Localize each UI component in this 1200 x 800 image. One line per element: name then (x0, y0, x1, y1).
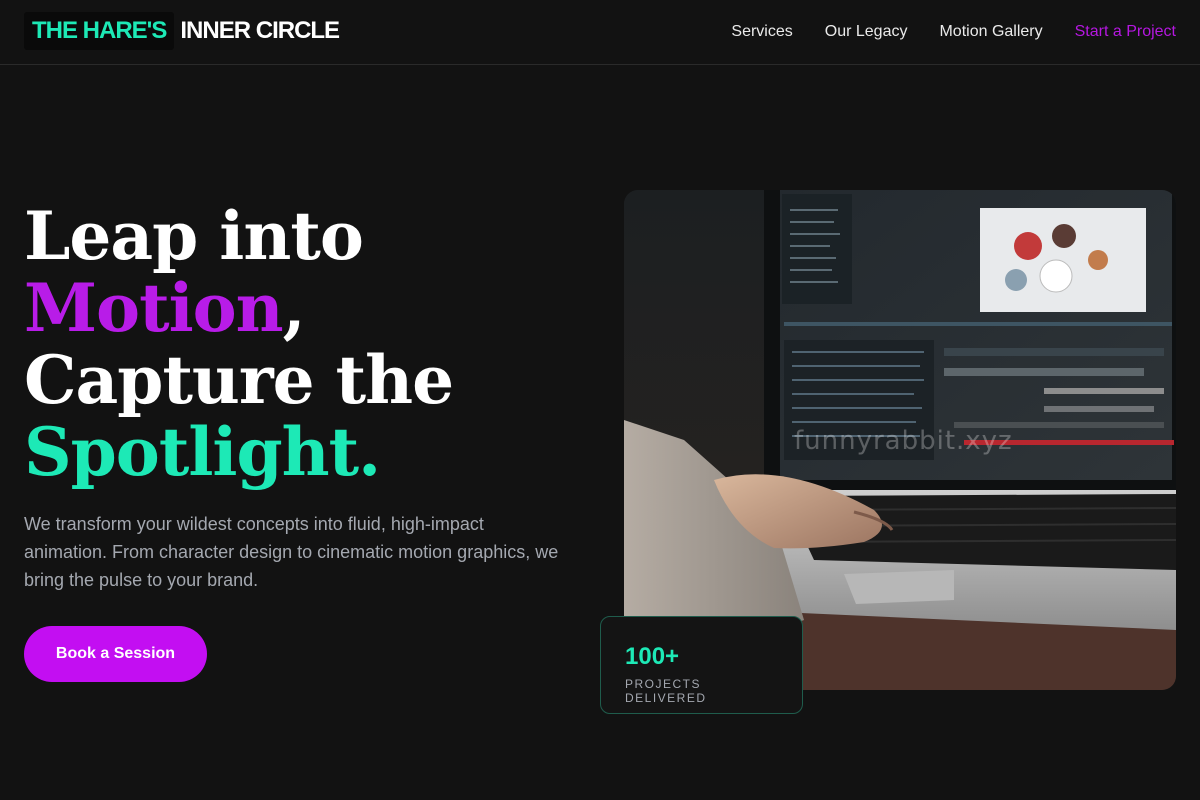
nav-link-services[interactable]: Services (731, 23, 792, 41)
hero-heading-line-1: Leap into (24, 197, 364, 275)
image-watermark: funnyrabbit.xyz (794, 426, 1013, 456)
preview-shape (1052, 224, 1076, 248)
hero-heading-comma: , (282, 269, 306, 347)
landing-page: THE HARE'S INNER CIRCLE Services Our Leg… (0, 0, 1200, 800)
nav-link-our-legacy[interactable]: Our Legacy (825, 23, 908, 41)
brand-logo[interactable]: THE HARE'S INNER CIRCLE (24, 12, 340, 50)
preview-shape (1088, 250, 1108, 270)
logo-text: INNER CIRCLE (180, 17, 340, 44)
hero-heading-line-3: Capture the (24, 341, 454, 419)
stat-value: 100+ (625, 643, 680, 670)
stat-label: PROJECTS DELIVERED (625, 677, 707, 705)
hero-heading-motion: Motion (24, 269, 284, 347)
screen-preview-window (980, 208, 1146, 312)
projects-stat-card: 100+ PROJECTS DELIVERED (600, 616, 803, 714)
hero-photo-laptop-editing: funnyrabbit.xyz (624, 190, 1176, 690)
top-nav: THE HARE'S INNER CIRCLE Services Our Leg… (0, 0, 1200, 65)
laptop-trackpad (844, 570, 954, 604)
preview-shape (1005, 269, 1027, 291)
nav-links: Services Our Legacy Motion Gallery Start… (731, 20, 1176, 44)
preview-shape (1014, 232, 1042, 260)
hero-subtitle: We transform your wildest concepts into … (24, 514, 559, 590)
logo-accent-text: THE HARE'S (24, 12, 175, 50)
preview-shape (1039, 259, 1073, 293)
start-project-link[interactable]: Start a Project (1075, 23, 1176, 41)
hero-heading-spotlight: Spotlight. (24, 413, 381, 491)
timeline-bar (784, 322, 1172, 326)
book-session-button[interactable]: Book a Session (24, 626, 207, 682)
nav-link-motion-gallery[interactable]: Motion Gallery (939, 23, 1042, 41)
hero-heading: Leap into Motion, Capture the Spotlight. (24, 200, 584, 488)
